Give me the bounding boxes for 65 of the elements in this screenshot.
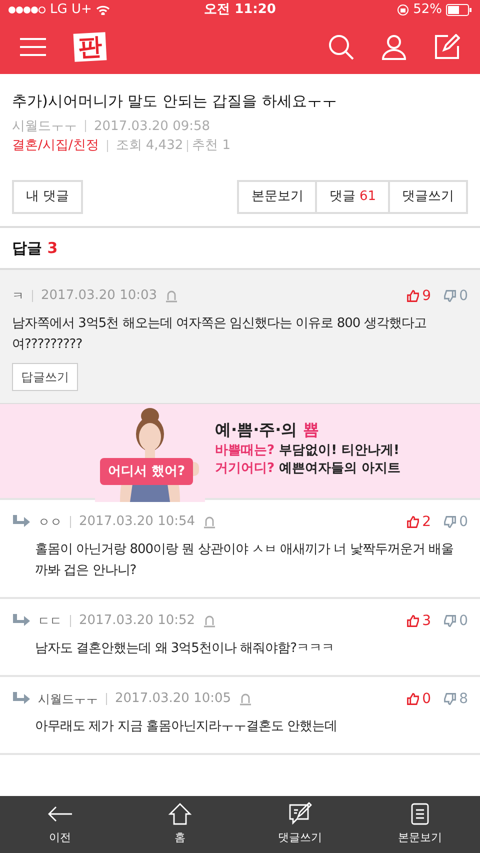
dislike-count: 8: [459, 690, 468, 708]
dislike-count: 0: [459, 612, 468, 630]
comment-text: 홀몸이 아닌거랑 800이랑 뭔 상관이야 ㅅㅂ 애새끼가 너 낯짝두꺼운거 배울까봐 겁은 안나니?: [34, 540, 455, 580]
thumbs-down-icon[interactable]: [443, 692, 458, 706]
dislike-count: 0: [459, 286, 468, 306]
ad-title: 예·쁨·주·의 뿀: [215, 418, 320, 440]
bottom-nav-item[interactable]: 댓글쓰기: [240, 796, 360, 853]
comment-author: ㅋ: [12, 288, 24, 305]
thumbs-up-icon[interactable]: [406, 692, 420, 706]
recommend-count: 추천 1: [192, 137, 231, 155]
user-icon[interactable]: [382, 34, 406, 60]
reply-arrow-icon: [12, 614, 30, 628]
comment-text: 아무래도 제가 지금 홀몸아닌지라ㅜㅜ결혼도 안했는데: [34, 718, 338, 736]
thumbs-up-icon[interactable]: [406, 614, 420, 628]
thumbs-down-icon[interactable]: [443, 614, 458, 628]
view-tab[interactable]: 댓글쓰기: [388, 182, 466, 212]
category-link[interactable]: 결혼/시집/친정: [12, 136, 99, 156]
thumbs-down-icon[interactable]: [443, 289, 458, 303]
replies-heading: 답글 3: [12, 238, 58, 256]
comment-date: 2017.03.20 10:03: [41, 287, 158, 306]
wifi-icon: [96, 5, 110, 15]
reply-write-button[interactable]: 답글쓰기: [12, 362, 78, 390]
thumbs-up-icon[interactable]: [406, 289, 420, 303]
edit-icon[interactable]: [434, 34, 460, 60]
like-count: 2: [422, 512, 432, 532]
view-count: 조회 4,432: [116, 137, 184, 155]
battery-percent: 52%: [413, 1, 442, 20]
comment-write-icon: [287, 802, 313, 826]
reply-arrow-icon: [12, 515, 30, 529]
ad-line: 바쁠때는? 부담없이! 티안나게!: [215, 442, 400, 460]
home-icon: [167, 802, 193, 826]
post-author: 시월드ㅜㅜ: [12, 118, 77, 136]
dislike-count: 0: [459, 512, 468, 532]
comment-author: ㅇㅇ: [38, 514, 62, 531]
menu-icon[interactable]: [20, 38, 46, 56]
thumbs-up-icon[interactable]: [406, 515, 420, 529]
clock: 오전 11:20: [204, 1, 276, 20]
bottom-nav-item[interactable]: 이전: [0, 796, 120, 853]
comment-date: 2017.03.20 10:52: [79, 612, 196, 630]
comment-date: 2017.03.20 10:05: [115, 690, 232, 708]
like-count: 0: [422, 690, 432, 708]
ad-line: 거기어디? 예쁜여자들의 아지트: [215, 460, 401, 478]
post-title: 추가)시어머니가 말도 안되는 갑질을 하세요ㅜㅜ: [12, 91, 338, 112]
view-tab[interactable]: 댓글 61: [315, 182, 388, 212]
carrier-label: LG U+: [50, 1, 92, 20]
like-count: 9: [422, 286, 432, 306]
my-comments-button[interactable]: 내 댓글: [12, 180, 84, 214]
thumbs-down-icon[interactable]: [443, 515, 458, 529]
comment-date: 2017.03.20 10:54: [79, 513, 196, 532]
reply-arrow-icon: [12, 692, 30, 706]
ad-sign: 어디서 했어?: [100, 458, 194, 485]
post-date: 2017.03.20 09:58: [94, 118, 210, 136]
like-count: 3: [422, 612, 432, 630]
comment-author: ㄷㄷ: [38, 613, 62, 630]
battery-icon: [446, 4, 472, 16]
bottom-nav-item[interactable]: 본문보기: [360, 796, 480, 853]
rotation-lock-icon: [397, 4, 410, 16]
bottom-nav-item[interactable]: 홈: [120, 796, 240, 853]
search-icon[interactable]: [328, 34, 354, 60]
signal-icon: [8, 6, 46, 14]
comment-text: 남자쪽에서 3억5천 해오는데 여자쪽은 임신했다는 이유로 800 생각했다고여?????????: [12, 314, 428, 354]
logo[interactable]: 판: [73, 32, 107, 62]
view-tab[interactable]: 본문보기: [239, 182, 316, 212]
comment-author: 시월드ㅜㅜ: [38, 691, 98, 708]
comment-text: 남자도 결혼안했는데 왜 3억5천이나 해줘야함?ㅋㅋㅋ: [34, 640, 335, 658]
